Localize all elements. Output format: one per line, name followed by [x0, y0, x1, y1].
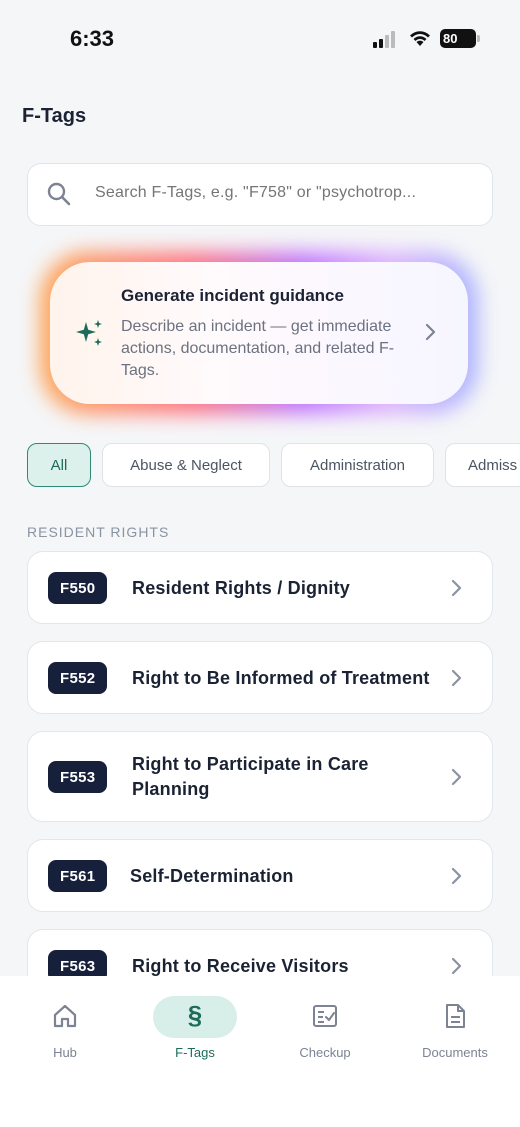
section-icon: §	[187, 1000, 203, 1030]
ftag-title: Right to Participate in Care Planning	[132, 754, 369, 799]
nav-item-ftags[interactable]: § F-Tags	[130, 976, 260, 1076]
document-icon	[446, 1004, 465, 1028]
nav-label: Documents	[422, 1045, 488, 1060]
nav-item-checkup[interactable]: Checkup	[260, 976, 390, 1076]
nav-label: Checkup	[299, 1045, 351, 1060]
chevron-right-icon	[451, 579, 462, 597]
ftag-code-badge: F550	[48, 572, 108, 604]
chevron-right-icon	[451, 768, 462, 786]
search-input[interactable]	[95, 184, 475, 202]
chevron-right-icon	[451, 867, 462, 885]
section-label: RESIDENT RIGHTS	[27, 524, 170, 540]
wifi-icon	[410, 31, 430, 46]
ftag-title: Resident Rights / Dignity	[132, 578, 351, 598]
home-icon	[53, 1004, 77, 1028]
filter-chips: All Abuse & Neglect Administration Admis…	[27, 443, 520, 487]
filter-chip-admissions[interactable]: Admiss	[445, 443, 520, 487]
bottom-nav: Hub § F-Tags Checkup Documents	[0, 976, 520, 1127]
ftag-title: Right to Be Informed of Treatment	[132, 668, 430, 688]
nav-item-hub[interactable]: Hub	[0, 976, 130, 1076]
search-icon	[47, 182, 71, 206]
nav-label: F-Tags	[175, 1045, 215, 1060]
ftag-row-f550[interactable]: F550 Resident Rights / Dignity	[27, 551, 493, 624]
status-time: 6:33	[70, 26, 115, 51]
cellular-signal-icon	[373, 30, 399, 48]
battery-icon: 80	[440, 29, 480, 48]
chevron-right-icon	[425, 323, 436, 341]
ftag-row-f561[interactable]: F561 Self-Determination	[27, 839, 493, 912]
ftag-row-f553[interactable]: F553 Right to Participate in Care Planni…	[27, 731, 493, 822]
nav-label: Hub	[53, 1045, 77, 1060]
chevron-right-icon	[451, 669, 462, 687]
incident-title: Generate incident guidance	[121, 286, 344, 305]
battery-level: 80	[443, 31, 458, 46]
checklist-icon	[313, 1005, 337, 1027]
chevron-right-icon	[451, 957, 462, 975]
filter-chip-administration[interactable]: Administration	[281, 443, 434, 487]
sparkles-icon	[76, 320, 102, 346]
incident-description: Describe an incident — get immediate act…	[121, 318, 395, 379]
page-title: F-Tags	[22, 105, 87, 127]
ftag-row-f552[interactable]: F552 Right to Be Informed of Treatment	[27, 641, 493, 714]
ftag-code-badge: F553	[48, 761, 108, 793]
status-bar: 6:33 80	[0, 0, 520, 78]
nav-item-documents[interactable]: Documents	[390, 976, 520, 1076]
filter-chip-all[interactable]: All	[27, 443, 91, 487]
ftag-code-badge: F552	[48, 662, 108, 694]
filter-chip-abuse-neglect[interactable]: Abuse & Neglect	[102, 443, 270, 487]
ftag-code-badge: F561	[48, 860, 108, 892]
ftag-title: Self-Determination	[130, 866, 294, 886]
